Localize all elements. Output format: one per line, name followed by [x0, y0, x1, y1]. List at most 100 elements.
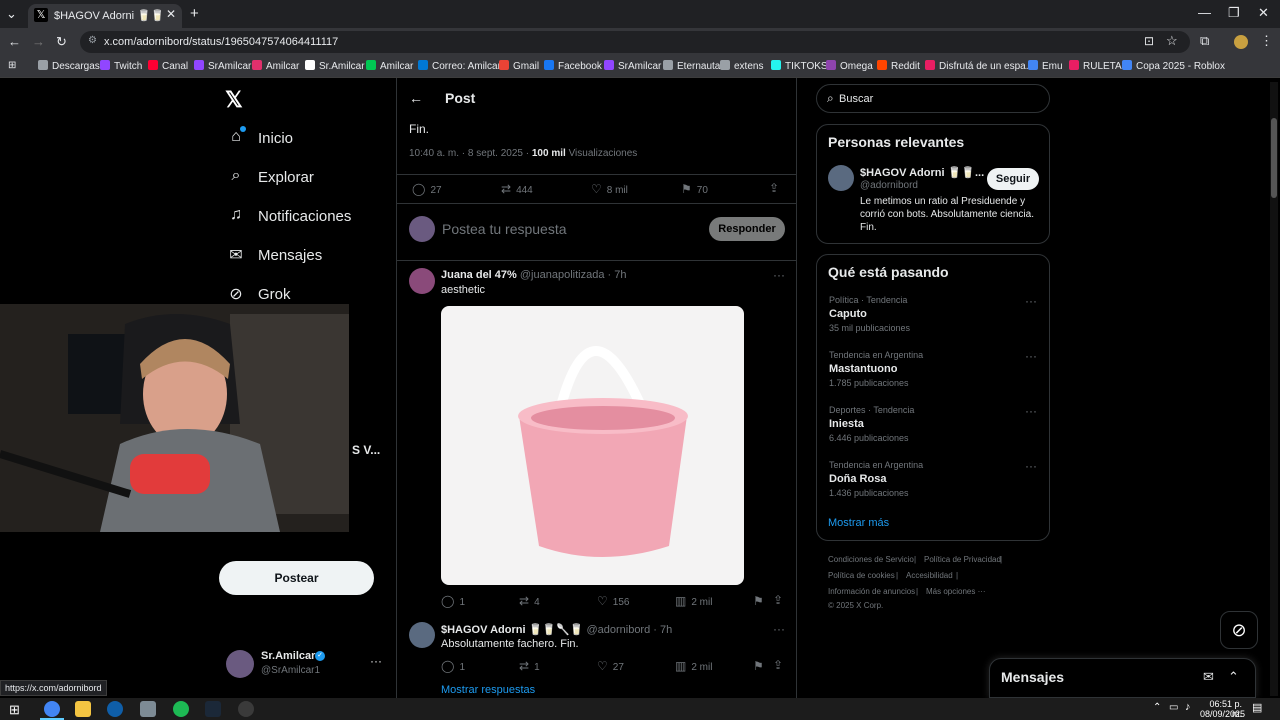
bookmark-item[interactable]: Gmail [499, 60, 539, 72]
bookmark-item[interactable]: Sr.Amilcar [305, 60, 365, 72]
tray-chevron-icon[interactable]: ⌃ [1153, 702, 1161, 713]
app-icon[interactable] [140, 701, 156, 717]
reply-author[interactable]: $HAGOV Adorni 🥛🥛🥄🥛 [441, 624, 583, 636]
more-icon[interactable]: ··· [1025, 349, 1037, 363]
avatar[interactable] [828, 165, 854, 191]
more-icon[interactable]: ··· [370, 654, 382, 668]
reply-handle[interactable]: @adornibord [586, 624, 650, 636]
repost-action[interactable]: ⇄ 1 [519, 659, 540, 673]
share-action[interactable]: ⇪ [773, 593, 788, 607]
network-icon[interactable]: ▭ [1169, 702, 1178, 713]
trend-name[interactable]: Mastantuono [829, 363, 897, 375]
site-info-icon[interactable]: ⚙ [88, 35, 97, 46]
views-action[interactable]: ▥ 2 mil [675, 659, 712, 673]
like-action[interactable]: ♡ 27 [597, 659, 624, 673]
bookmark-item[interactable]: TIKTOKS [771, 60, 828, 72]
scrollbar[interactable] [1270, 82, 1278, 696]
share-action[interactable]: ⇪ [773, 658, 788, 672]
notifications-icon[interactable]: ▤ [1252, 701, 1262, 714]
trend-name[interactable]: Caputo [829, 308, 867, 320]
new-message-icon[interactable]: ✉ [1203, 669, 1214, 685]
close-window-icon[interactable]: ✕ [1258, 5, 1269, 21]
spotify-icon[interactable] [173, 701, 189, 717]
windows-start-icon[interactable]: ⊞ [9, 702, 20, 718]
more-icon[interactable]: ··· [773, 268, 785, 282]
bookmark-action[interactable]: ⚑ 70 [681, 182, 708, 196]
reply-input[interactable]: Postea tu respuesta [442, 221, 567, 237]
messages-drawer[interactable]: Mensajes ✉ ⌃ [989, 658, 1256, 698]
new-tab-icon[interactable]: + [190, 5, 199, 22]
browser-tab[interactable]: 𝕏 $HAGOV Adorni 🥛🥛🥛🥛 en X ✕ [28, 4, 182, 28]
reply-action[interactable]: ◯ 1 [441, 659, 465, 673]
volume-icon[interactable]: ♪ [1185, 701, 1191, 713]
reply-handle[interactable]: @juanapolitizada [520, 269, 605, 281]
bookmark-item[interactable]: Reddit [877, 60, 920, 72]
search-input[interactable]: Buscar [839, 93, 873, 105]
tab-search-icon[interactable]: ⌄ [6, 6, 17, 22]
share-action[interactable]: ⇪ [769, 181, 784, 195]
reload-icon[interactable]: ↻ [56, 34, 67, 50]
forward-icon[interactable]: → [32, 34, 45, 49]
reply-action[interactable]: ◯ 27 [412, 182, 442, 196]
like-action[interactable]: ♡ 156 [597, 594, 629, 608]
avatar[interactable] [409, 268, 435, 294]
profile-avatar[interactable] [1234, 35, 1248, 49]
bookmark-item[interactable]: Amilcar [366, 60, 413, 72]
views-action[interactable]: ▥ 2 mil [675, 594, 712, 608]
more-icon[interactable]: ··· [1025, 294, 1037, 308]
back-arrow-icon[interactable]: ← [409, 90, 423, 106]
more-icon[interactable]: ··· [1025, 404, 1037, 418]
relevant-name[interactable]: $HAGOV Adorni 🥛🥛... [860, 166, 984, 179]
reply-action[interactable]: ◯ 1 [441, 594, 465, 608]
account-switcher[interactable]: Sr.Amilcar ✓ @SrAmilcar1 ··· [226, 648, 386, 680]
more-icon[interactable]: ··· [773, 622, 785, 636]
bookmark-item[interactable]: Copa 2025 - Roblox [1122, 60, 1225, 72]
more-options-link[interactable]: Más opciones ··· [926, 587, 986, 596]
bookmark-item[interactable]: Disfrutá de un espa... [925, 60, 1034, 72]
obs-icon[interactable] [238, 701, 254, 717]
apps-icon[interactable]: ⊞ [8, 60, 16, 71]
post-button[interactable]: Postear [219, 561, 374, 595]
bookmark-item[interactable]: Eternauta [663, 60, 720, 72]
cookies-link[interactable]: Política de cookies [828, 571, 895, 580]
x-logo-icon[interactable]: 𝕏 [225, 87, 243, 113]
show-replies-link[interactable]: Mostrar respuestas [441, 684, 535, 696]
ads-info-link[interactable]: Información de anuncios [828, 587, 915, 596]
bookmark-action[interactable]: ⚑ [753, 659, 769, 673]
restore-icon[interactable]: ❐ [1228, 5, 1240, 21]
minimize-icon[interactable]: — [1198, 5, 1211, 20]
terms-link[interactable]: Condiciones de Servicio [828, 555, 914, 564]
show-more-link[interactable]: Mostrar más [828, 517, 889, 529]
bookmark-item[interactable]: Canal [148, 60, 188, 72]
trend-name[interactable]: Doña Rosa [829, 473, 886, 485]
bookmark-item[interactable]: Descargas [38, 60, 100, 72]
bookmark-item[interactable]: Omega [826, 60, 873, 72]
bookmark-item[interactable]: Amilcar [252, 60, 299, 72]
bookmark-item[interactable]: SrAmilcar [194, 60, 251, 72]
grok-button-icon[interactable]: ⊘ [1220, 611, 1258, 649]
close-tab-icon[interactable]: ✕ [166, 7, 176, 21]
relevant-handle[interactable]: @adornibord [860, 180, 918, 191]
bookmark-item[interactable]: Emu [1028, 60, 1063, 72]
bookmark-item[interactable]: RULETA [1069, 60, 1122, 72]
clock-date[interactable]: 08/09/2025 [1200, 709, 1245, 719]
file-explorer-icon[interactable] [75, 701, 91, 717]
privacy-link[interactable]: Política de Privacidad [924, 555, 1001, 564]
extensions-icon[interactable]: ⧉ [1200, 33, 1209, 49]
follow-button[interactable]: Seguir [987, 168, 1039, 190]
reply-image[interactable] [441, 306, 744, 585]
bookmark-action[interactable]: ⚑ [753, 594, 769, 608]
back-icon[interactable]: ← [8, 34, 21, 49]
bookmark-item[interactable]: extens [720, 60, 763, 72]
bookmark-star-icon[interactable]: ☆ [1166, 33, 1178, 49]
trend-name[interactable]: Iniesta [829, 418, 864, 430]
chrome-icon[interactable] [44, 701, 60, 717]
repost-action[interactable]: ⇄ 444 [501, 182, 533, 196]
bookmark-item[interactable]: Facebook [544, 60, 602, 72]
like-action[interactable]: ♡ 8 mil [591, 182, 628, 196]
bookmark-item[interactable]: Twitch [100, 60, 142, 72]
expand-icon[interactable]: ⌃ [1228, 669, 1239, 685]
bookmark-item[interactable]: Correo: Amilcar [418, 60, 501, 72]
accessibility-link[interactable]: Accesibilidad [906, 571, 953, 580]
url-field[interactable]: ⚙ x.com/adornibord/status/19650475740644… [80, 31, 1190, 53]
